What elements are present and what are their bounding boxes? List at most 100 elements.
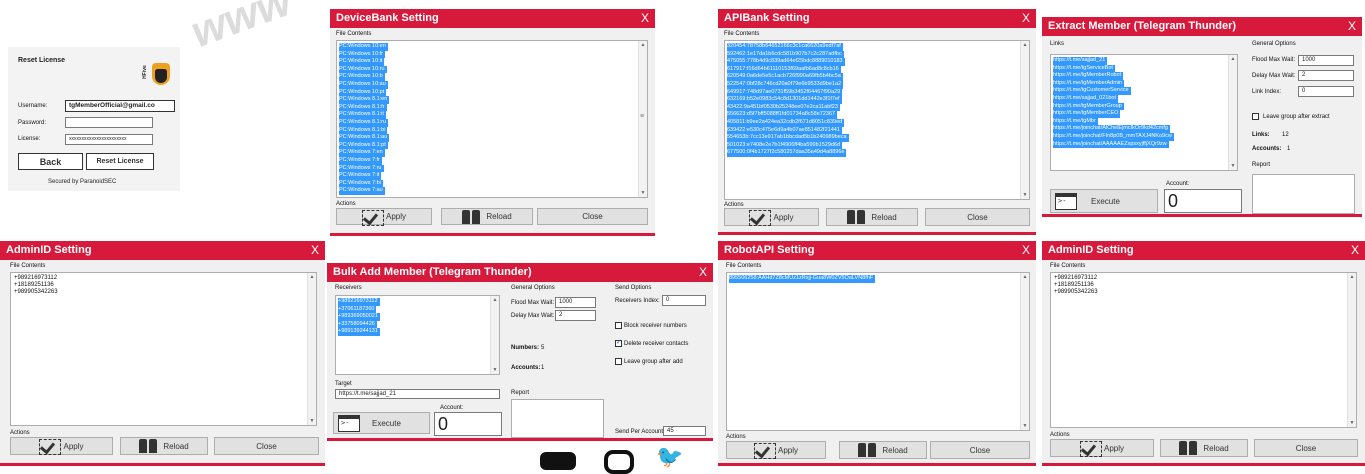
scrollbar[interactable]: ▲ ▼	[1020, 41, 1029, 199]
scrollbar[interactable]: ▲ ▼	[1020, 273, 1029, 430]
scroll-up-icon[interactable]: ▲	[1229, 56, 1237, 62]
receivers-textarea[interactable]: +989216973112 +37061187360 +989369050021 +3…	[335, 295, 500, 375]
apply-check-icon	[361, 209, 384, 226]
receivers-index-input[interactable]: 0	[662, 295, 706, 306]
username-input[interactable]: tgMemberOfficial@gmail.co	[65, 100, 175, 112]
device-line: PC:Windows 7:fr	[339, 156, 382, 165]
window-title: APIBank Setting	[724, 12, 810, 24]
account-label: Account:	[1166, 181, 1190, 187]
leave-group-checkbox[interactable]	[1252, 113, 1259, 120]
accounts-value: 1	[1287, 146, 1291, 152]
delay-input[interactable]: 2	[1298, 70, 1354, 81]
scroll-up-icon[interactable]: ▲	[308, 274, 316, 280]
close-x-button[interactable]: X	[699, 263, 707, 282]
close-x-button[interactable]: X	[1022, 241, 1030, 260]
reload-button[interactable]: Reload	[1160, 439, 1248, 457]
actions-label: Actions	[10, 430, 30, 436]
apply-button[interactable]: Apply	[724, 208, 819, 226]
reload-button[interactable]: Reload	[826, 208, 918, 226]
close-button[interactable]: Close	[214, 437, 319, 455]
device-line: PC:Windows 8.1:pt	[339, 141, 388, 150]
file-contents-label: File Contents	[10, 263, 46, 269]
flood-label: Flood Max Wait:	[511, 300, 555, 306]
execute-button[interactable]: >- Execute	[333, 412, 430, 434]
scrollbar[interactable]: ▲ ▼	[1347, 273, 1356, 427]
account-input[interactable]: 0	[434, 412, 502, 436]
scroll-down-icon[interactable]: ▼	[1021, 192, 1029, 198]
adminid-textarea[interactable]: +989216973112 +18189251136 +989905342263…	[10, 272, 317, 426]
close-button[interactable]: Close	[930, 441, 1030, 459]
reload-button[interactable]: Reload	[120, 437, 208, 455]
execute-label: Execute	[372, 418, 401, 428]
scroll-down-icon[interactable]: ▼	[308, 418, 316, 424]
link-line: https://t.me/tgMemberCEO	[1053, 110, 1121, 118]
reload-button[interactable]: Reload	[839, 441, 927, 459]
scroll-up-icon[interactable]: ▲	[639, 42, 647, 48]
adminid-titlebar: AdminID Setting X	[1042, 241, 1365, 260]
scrollbar[interactable]: ▲ ▼	[490, 296, 499, 374]
reset-license-button[interactable]: Reset License	[86, 153, 154, 170]
apply-button[interactable]: Apply	[10, 437, 113, 455]
license-input[interactable]: xxxxxxxxxxxxxxxxxxxxxxx	[65, 134, 153, 145]
back-button[interactable]: Back	[18, 153, 83, 170]
link-line: https://t.me/tgCustomerService	[1053, 87, 1131, 95]
scroll-down-icon[interactable]: ▼	[1348, 420, 1356, 426]
scroll-down-icon[interactable]: ▼	[491, 367, 499, 373]
flood-input[interactable]: 1000	[555, 297, 596, 308]
scroll-up-icon[interactable]: ▲	[1348, 274, 1356, 280]
delete-contacts-checkbox[interactable]	[615, 338, 622, 347]
api-line: 522547:0bf28c746cd20a0f79e6b9533d9be1a2	[727, 80, 844, 89]
apply-button[interactable]: Apply	[336, 208, 432, 226]
close-x-button[interactable]: X	[1351, 241, 1359, 260]
close-button[interactable]: Close	[925, 208, 1030, 226]
send-options-label: Send Options	[615, 285, 652, 291]
scroll-grip-icon[interactable]: ≡	[640, 113, 644, 120]
scroll-up-icon[interactable]: ▲	[1021, 42, 1029, 48]
scrollbar[interactable]: ▲ ▼ ≡	[638, 41, 647, 197]
leave-group-checkbox[interactable]	[615, 358, 622, 365]
close-x-button[interactable]: X	[1022, 9, 1030, 28]
scrollbar[interactable]: ▲ ▼	[1228, 55, 1237, 170]
api-line: 475055:778b4d9c839ad64ef25bdc8889010183	[727, 58, 845, 66]
send-per-account-input[interactable]: 45	[663, 426, 706, 436]
apply-check-icon	[753, 443, 776, 459]
link-index-input[interactable]: 0	[1298, 86, 1354, 97]
robotapi-window: RobotAPI Setting X File Contents 89550625…	[718, 241, 1036, 466]
reload-button[interactable]: Reload	[441, 208, 533, 225]
close-x-button[interactable]: X	[311, 241, 319, 260]
execute-button[interactable]: >- Execute	[1050, 189, 1158, 213]
scroll-up-icon[interactable]: ▲	[491, 297, 499, 303]
close-button[interactable]: Close	[537, 208, 648, 225]
password-input[interactable]	[65, 117, 153, 128]
block-receiver-checkbox[interactable]	[615, 322, 622, 329]
apply-button[interactable]: Apply	[1050, 439, 1154, 457]
delay-input[interactable]: 2	[555, 310, 596, 321]
target-input[interactable]: https://t.me/sajjad_21	[335, 389, 500, 399]
scrollbar[interactable]: ▲ ▼	[307, 273, 316, 425]
adminid-textarea[interactable]: +989216973112 +18189251136 +989905342263…	[1050, 272, 1357, 428]
scroll-up-icon[interactable]: ▲	[1021, 274, 1029, 280]
link-line: https://t.me/joinchat/AlChelEjmcIkOr9kd4…	[1053, 125, 1170, 133]
reset-license-window: Reset License HFive Username: tgMemberOf…	[8, 47, 180, 191]
flood-input[interactable]: 1000	[1298, 55, 1354, 66]
adminid-window-1: AdminID Setting X File Contents +98921697…	[0, 241, 325, 466]
scroll-down-icon[interactable]: ▼	[1021, 423, 1029, 429]
close-x-button[interactable]: X	[641, 9, 649, 28]
close-x-button[interactable]: X	[1348, 17, 1356, 36]
scroll-down-icon[interactable]: ▼	[1229, 163, 1237, 169]
account-input[interactable]: 0	[1164, 189, 1242, 213]
scroll-down-icon[interactable]: ▼	[639, 190, 647, 196]
bulk-add-window: Bulk Add Member (Telegram Thunder) X Rece…	[327, 263, 713, 441]
robotapi-textarea[interactable]: 895506258:AAHd7Z8cMUz1zRsjj-Gua8W0ZV5OaL…	[726, 272, 1030, 431]
devicebank-window: DeviceBank Setting X File Contents PC:Win…	[330, 9, 655, 236]
apibank-textarea[interactable]: 320454:78758b64652166c3c1ca6620a9edf7af 5…	[724, 40, 1030, 200]
apply-button[interactable]: Apply	[726, 441, 826, 459]
reload-label: Reload	[871, 212, 897, 222]
link-line: https://t.me/sajjad_21	[1053, 57, 1108, 65]
apply-label: Apply	[1103, 443, 1124, 453]
links-textarea[interactable]: https://t.me/sajjad_21 https://t.me/tgSer…	[1050, 54, 1238, 171]
devicebank-titlebar: DeviceBank Setting X	[330, 9, 655, 28]
close-button[interactable]: Close	[1254, 439, 1358, 457]
api-line: 320454:78758b64652166c3c1ca6620a9edf7af	[727, 43, 843, 51]
devicebank-textarea[interactable]: PC:Windows 10:en PC:Windows 10:fr PC:Windo…	[336, 40, 648, 198]
